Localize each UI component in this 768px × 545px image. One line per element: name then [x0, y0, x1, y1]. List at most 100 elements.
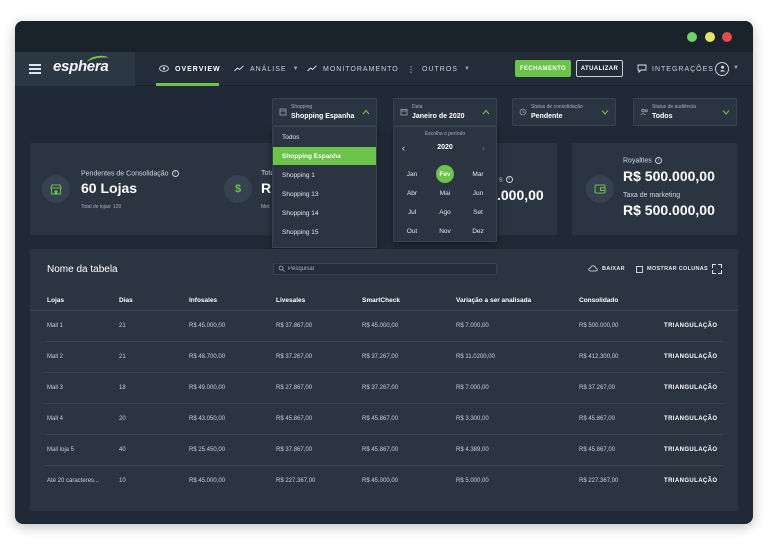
info-icon[interactable]: i [171, 170, 179, 177]
picker-year: 2020 [437, 144, 453, 151]
checkbox-icon[interactable] [636, 265, 643, 273]
search-box [273, 263, 497, 275]
month-option[interactable]: Out [403, 222, 421, 240]
cell-consolidado: R$ 412.300,00 [579, 354, 619, 360]
cell-livesales: R$ 227.367,00 [276, 478, 316, 484]
atualizar-button[interactable]: ATUALIZAR [576, 60, 623, 77]
triangulacao-link[interactable]: TRIANGULAÇÃO [664, 385, 717, 391]
cell-livesales: R$ 45.867,00 [276, 416, 313, 422]
table-row: Mall 4 20 R$ 43.050,00 R$ 45.867,00 R$ 4… [45, 404, 723, 435]
data-filter[interactable]: Data Janeiro de 2020 [393, 98, 497, 126]
nav-overview[interactable]: OVERVIEW [159, 52, 221, 86]
audiencia-filter[interactable]: Status de audiência Todos [633, 98, 737, 126]
shopping-option[interactable]: Todos [273, 128, 376, 146]
shopping-filter[interactable]: Shopping Shopping Espanha [272, 98, 377, 126]
column-header[interactable]: Livesales [276, 297, 305, 304]
minimize-control[interactable] [705, 32, 715, 42]
total-card: $ Tota R Met [208, 143, 274, 235]
audiencia-filter-label: Status de audiência [652, 104, 696, 110]
cell-infosales: R$ 45.000,00 [189, 478, 226, 484]
cell-dias: 21 [119, 323, 126, 329]
triangulacao-link[interactable]: TRIANGULAÇÃO [664, 416, 717, 422]
people-icon [640, 108, 649, 118]
column-header[interactable]: Dias [119, 297, 133, 304]
month-option[interactable]: Mai [436, 184, 454, 202]
month-option[interactable]: Jun [469, 184, 487, 202]
royalties-card: Royalties i R$ 500.000,00 Taxa de marketi… [572, 143, 737, 235]
triangulacao-link[interactable]: TRIANGULAÇÃO [664, 323, 717, 329]
cell-loja: Até 20 caracteres... [47, 478, 100, 484]
consolidacao-filter-label: Status de consolidação [531, 104, 583, 110]
chevron-right-icon[interactable]: › [482, 143, 485, 153]
table-row: Até 20 caracteres... 10 R$ 45.000,00 R$ … [45, 466, 723, 497]
shopping-option[interactable]: Shopping 1 [273, 166, 376, 184]
info-icon[interactable]: i [505, 176, 513, 183]
column-header[interactable]: Infosales [189, 297, 217, 304]
store-icon [42, 175, 70, 203]
close-control[interactable] [722, 32, 732, 42]
info-icon[interactable]: i [654, 157, 662, 164]
mostrar-colunas-toggle[interactable]: MOSTRAR COLUNAS [636, 263, 708, 275]
building-icon [279, 108, 287, 118]
month-option[interactable]: Jul [403, 203, 421, 221]
cell-variacao: R$ 11.0200,00 [456, 354, 495, 360]
integracoes-link[interactable]: INTEGRAÇÕES [637, 52, 714, 86]
chevron-down-icon[interactable]: ▼ [733, 65, 739, 71]
fullscreen-icon[interactable] [712, 264, 722, 274]
triangulacao-link[interactable]: TRIANGULAÇÃO [664, 478, 717, 484]
chevron-down-icon [601, 108, 609, 117]
nav-monitoramento-label: MONITORAMENTO [323, 65, 399, 73]
user-icon [719, 65, 726, 74]
pendentes-value: 60 Lojas [81, 180, 138, 196]
menu-icon[interactable] [29, 64, 41, 74]
chevron-down-icon: ▼ [463, 66, 471, 72]
shopping-option-selected[interactable]: Shopping Espanha [273, 147, 376, 165]
third-card: si .000,00 [497, 143, 557, 235]
column-header[interactable]: Consolidado [579, 297, 618, 304]
dollar-icon: $ [224, 175, 252, 203]
shopping-option[interactable]: Shopping 15 [273, 223, 376, 241]
shopping-option[interactable]: Shopping 13 [273, 185, 376, 203]
nav-outros[interactable]: ⋮ OUTROS ▼ [407, 52, 471, 86]
cloud-download-icon [588, 265, 598, 274]
marketing-label: Taxa de marketing [623, 192, 681, 199]
cell-livesales: R$ 37.867,00 [276, 323, 313, 329]
baixar-button[interactable]: BAIXAR [588, 263, 625, 275]
pendentes-card: Pendentes de Consolidação i 60 Lojas Tota… [30, 143, 223, 235]
nav-monitoramento[interactable]: MONITORAMENTO [307, 52, 399, 86]
column-header[interactable]: Variação a ser analisada [456, 297, 531, 304]
cell-consolidado: R$ 37.267,00 [579, 385, 616, 391]
cell-loja: Mall 1 [47, 323, 64, 329]
triangulacao-link[interactable]: TRIANGULAÇÃO [664, 447, 717, 453]
month-option[interactable]: Ago [436, 203, 454, 221]
maximize-control[interactable] [687, 32, 697, 42]
wallet-icon [586, 175, 614, 203]
shopping-option[interactable]: Shopping 14 [273, 204, 376, 222]
cell-variacao: R$ 7.000,00 [456, 385, 489, 391]
cell-dias: 18 [119, 385, 126, 391]
title-bar [15, 21, 753, 52]
search-input[interactable] [288, 264, 488, 274]
marketing-value: R$ 500.000,00 [623, 202, 715, 218]
month-option[interactable]: Jan [403, 165, 421, 183]
cell-dias: 10 [119, 478, 126, 484]
month-option-selected[interactable]: Fev [436, 165, 454, 183]
data-filter-value: Janeiro de 2020 [412, 113, 465, 120]
table-row: Mall 2 21 R$ 48.700,00 R$ 37.267,00 R$ 3… [45, 342, 723, 373]
fechamento-button[interactable]: FECHAMENTO [515, 60, 571, 77]
consolidacao-filter[interactable]: Status de consolidação Pendente [512, 98, 616, 126]
cell-variacao: R$ 7.000,00 [456, 323, 489, 329]
month-option[interactable]: Mar [469, 165, 487, 183]
nav-analise[interactable]: ANÁLISE ▼ [234, 52, 300, 86]
month-option[interactable]: Dez [469, 222, 487, 240]
month-option[interactable]: Set [469, 203, 487, 221]
column-header[interactable]: SmartCheck [362, 297, 400, 304]
trend-icon [307, 64, 317, 74]
user-avatar[interactable] [715, 62, 729, 76]
chevron-up-icon [482, 108, 490, 117]
column-header[interactable]: Lojas [47, 297, 64, 304]
triangulacao-link[interactable]: TRIANGULAÇÃO [664, 354, 717, 360]
month-option[interactable]: Abr [403, 184, 421, 202]
month-option[interactable]: Nov [436, 222, 454, 240]
cell-variacao: R$ 5.000,00 [456, 478, 489, 484]
